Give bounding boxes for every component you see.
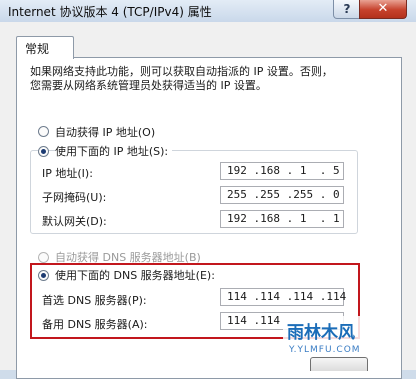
watermark-sub: Y.YLMFU.COM <box>289 345 361 355</box>
preferred-dns-label: 首选 DNS 服务器(P): <box>42 294 147 307</box>
ip-manual-radio[interactable] <box>38 146 49 157</box>
ip-auto-radio[interactable] <box>38 126 49 137</box>
default-gateway-label: 默认网关(D): <box>42 215 107 228</box>
default-gateway-field[interactable]: 192 .168 . 1 . 1 <box>220 210 344 228</box>
watermark-main: 雨林木风 <box>283 316 401 345</box>
subnet-mask-field[interactable]: 255 .255 .255 . 0 <box>220 186 344 204</box>
window-title: Internet 协议版本 4 (TCP/IPv4) 属性 <box>8 5 212 19</box>
dns-auto-radio[interactable] <box>38 252 49 263</box>
watermark-logo: 雨林木风 Y.YLMFU.COM <box>283 316 401 360</box>
close-button[interactable]: ✕ <box>359 0 407 19</box>
subnet-mask-label: 子网掩码(U): <box>42 191 107 204</box>
description-line-2: 您需要从网络系统管理员处获得适当的 IP 设置。 <box>30 79 267 92</box>
ip-auto-label[interactable]: 自动获得 IP 地址(O) <box>55 124 155 140</box>
dns-manual-label[interactable]: 使用下面的 DNS 服务器地址(E): <box>55 267 215 283</box>
ip-address-field[interactable]: 192 .168 . 1 . 5 <box>220 162 344 180</box>
help-button[interactable]: ? <box>333 0 361 19</box>
description-line-1: 如果网络支持此功能，则可以获取自动指派的 IP 设置。否则， <box>30 65 333 78</box>
description-text: 如果网络支持此功能，则可以获取自动指派的 IP 设置。否则， 您需要从网络系统管… <box>30 65 400 93</box>
dns-manual-radio[interactable] <box>38 270 49 281</box>
ip-address-label: IP 地址(I): <box>42 167 93 180</box>
ip-manual-label[interactable]: 使用下面的 IP 地址(S): <box>55 143 173 159</box>
preferred-dns-field[interactable]: 114 .114 .114 .114 <box>220 288 346 306</box>
alternate-dns-label: 备用 DNS 服务器(A): <box>42 318 148 331</box>
tab-general-label: 常规 <box>25 42 50 56</box>
tab-general[interactable]: 常规 <box>16 36 74 59</box>
